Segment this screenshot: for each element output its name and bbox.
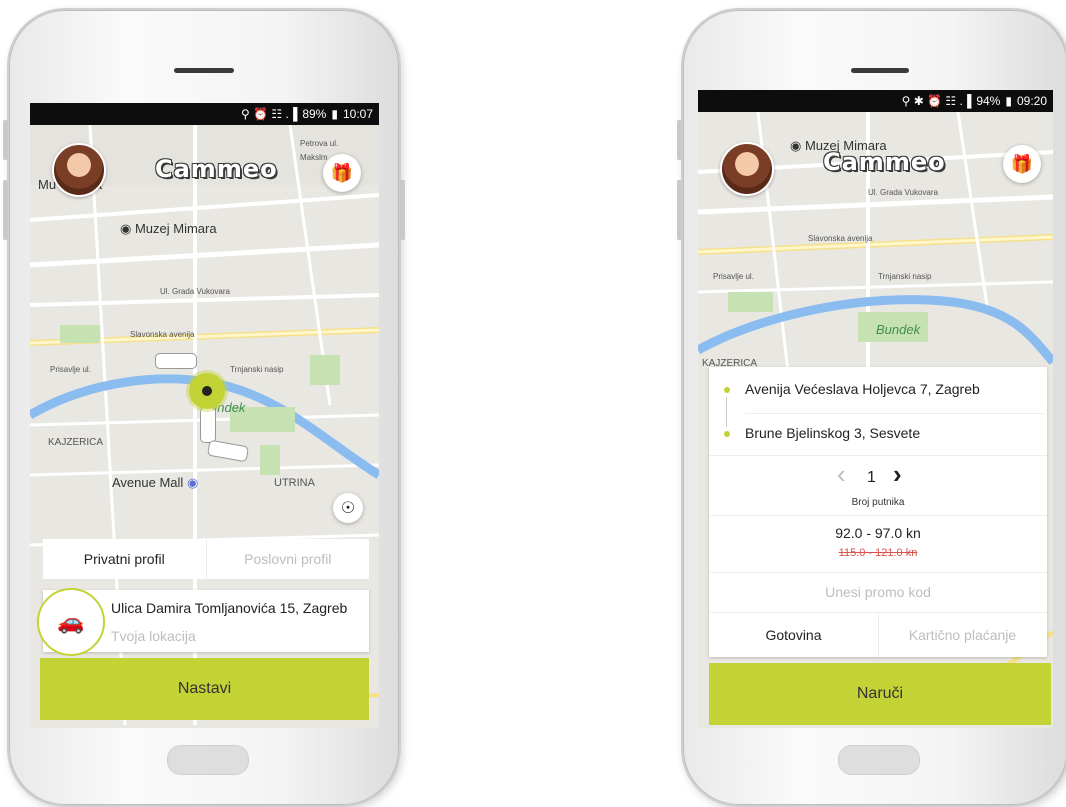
map-label-street: Makslm [300,153,328,162]
old-price: 115.0 - 121.0 kn [838,547,918,559]
car-icon: 🚗 [37,588,105,656]
map-label-street: Ul. Grada Vukovara [868,188,938,197]
battery-level: 89% [302,107,327,121]
gift-icon[interactable]: 🎁 [1003,145,1041,183]
phone-right: ⚲ ✱ ⏰ ☷ .▐ 94% ▮ 09:20 ◉ Muzej Mimara Ul… [677,8,1066,807]
taxi-car-icon [155,353,197,369]
chevron-left-icon[interactable]: ‹ [837,459,846,490]
clock: 10:07 [342,107,373,121]
divider [709,572,1047,573]
pickup-pin-icon[interactable] [189,373,225,409]
volume-button [677,120,682,160]
power-button [400,180,405,240]
screen: ⚲ ✱ ⏰ ☷ .▐ 94% ▮ 09:20 ◉ Muzej Mimara Ul… [698,90,1053,728]
tab-business-profile[interactable]: Poslovni profil [207,539,370,579]
payment-cash-option[interactable]: Gotovina [709,613,879,657]
volume-button [677,180,682,240]
home-button[interactable] [838,745,920,775]
gift-icon[interactable]: 🎁 [323,154,361,192]
divider [745,413,1045,414]
map-label-street: Slavonska avenija [130,330,195,339]
map-label-street: Trnjanski nasip [230,365,284,374]
divider [709,455,1047,456]
screen: ⚲ ⏰ ☷ .▐ 89% ▮ 10:07 Mu ◉ Muzej Mimara U… [30,103,379,728]
status-bar: ⚲ ⏰ ☷ .▐ 89% ▮ 10:07 [30,103,379,125]
destination-address[interactable]: Brune Bjelinskog 3, Sesvete [745,425,920,441]
passenger-label: Broj putnika [851,497,905,508]
origin-address[interactable]: Avenija Većeslava Holjevca 7, Zagreb [745,381,980,397]
location-input[interactable]: Tvoja lokacija [111,628,196,644]
chevron-right-icon[interactable]: › [893,459,902,490]
phone-left: ⚲ ⏰ ☷ .▐ 89% ▮ 10:07 Mu ◉ Muzej Mimara U… [3,8,405,807]
passenger-count: 1 [867,469,876,486]
map-label-street: Slavonska avenija [808,234,873,243]
home-button[interactable] [167,745,249,775]
map-label-muzej: ◉ Muzej Mimara [120,221,217,236]
map-label-bundek: Bundek [876,322,921,337]
order-card: Avenija Većeslava Holjevca 7, Zagreb Bru… [709,367,1047,657]
map-label-street: Ul. Grada Vukovara [160,287,230,296]
status-icons: ⚲ ⏰ ☷ .▐ [241,107,298,121]
battery-icon: ▮ [331,107,338,121]
location-target-icon[interactable]: ☉ [333,493,363,523]
avatar[interactable] [52,143,106,197]
map-label-avenue-mall: Avenue Mall ◉ [112,475,199,490]
promo-code-input[interactable]: Unesi promo kod [709,584,1047,600]
taxi-car-icon [200,407,216,443]
status-bar: ⚲ ✱ ⏰ ☷ .▐ 94% ▮ 09:20 [698,90,1053,112]
price-estimate: 92.0 - 97.0 kn [835,525,921,541]
speaker [851,68,909,73]
map-label-district: KAJZERICA [48,437,104,448]
payment-card-option[interactable]: Kartično plaćanje [878,613,1047,657]
continue-button[interactable]: Nastavi [40,658,369,720]
speaker [174,68,234,73]
route-line [726,397,727,427]
profile-switch[interactable]: Privatni profil Poslovni profil [43,539,369,579]
volume-button [3,120,8,160]
battery-icon: ▮ [1005,94,1012,108]
order-button[interactable]: Naruči [709,663,1051,725]
map-label-muzej-text: Muzej Mimara [134,221,217,236]
address-card: 🚗 Ulica Damira Tomljanovića 15, Zagreb T… [37,588,369,656]
map-label-street: Prisavlje ul. [713,272,754,281]
pickup-address[interactable]: Ulica Damira Tomljanovića 15, Zagreb [111,600,347,616]
map-label-street: Prisavlje ul. [50,365,91,374]
brand-logo: Cammeo [823,148,946,176]
map-label-street: Trnjanski nasip [878,272,932,281]
clock: 09:20 [1016,94,1047,108]
map-label-avenue-mall-text: Avenue Mall [112,475,184,490]
tab-private-profile[interactable]: Privatni profil [43,539,207,579]
avatar[interactable] [720,142,774,196]
volume-button [3,180,8,240]
battery-level: 94% [976,94,1001,108]
brand-logo: Cammeo [155,155,278,183]
destination-dot-icon [724,431,730,437]
map-label-district: UTRINA [274,477,315,489]
status-icons: ⚲ ✱ ⏰ ☷ .▐ [901,94,972,108]
map-label-street: Petrova ul. [300,139,339,148]
origin-dot-icon [724,387,730,393]
divider [709,515,1047,516]
